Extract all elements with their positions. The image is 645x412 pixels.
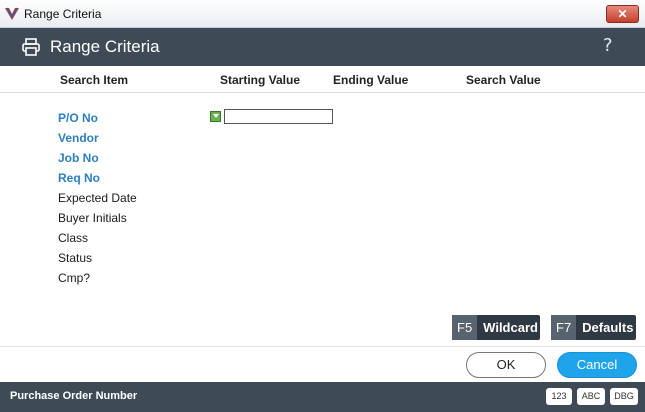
wildcard-label: Wildcard — [483, 320, 538, 335]
close-button[interactable]: ✕ — [606, 5, 639, 23]
app-logo-icon — [5, 7, 19, 20]
row-label-req-no[interactable]: Req No — [58, 171, 100, 185]
window-title: Range Criteria — [24, 7, 102, 21]
row-label-vendor[interactable]: Vendor — [58, 131, 99, 145]
defaults-button[interactable]: F7 Defaults — [551, 315, 636, 340]
window-titlebar: Range Criteria ✕ — [0, 0, 645, 28]
printer-icon — [22, 38, 40, 56]
numeric-mode-indicator[interactable]: 123 — [546, 388, 572, 405]
alpha-mode-indicator[interactable]: ABC — [577, 388, 605, 405]
debug-mode-indicator[interactable]: DBG — [610, 388, 638, 405]
help-icon[interactable]: ? — [603, 35, 613, 56]
cancel-button[interactable]: Cancel — [557, 352, 637, 378]
f5-key-label: F5 — [452, 315, 478, 340]
column-header-ending-value: Ending Value — [333, 73, 409, 87]
f7-key-label: F7 — [551, 315, 577, 340]
column-header-starting-value: Starting Value — [220, 73, 301, 87]
po-no-starting-value-input[interactable] — [224, 109, 333, 124]
column-header-search-value: Search Value — [466, 73, 541, 87]
footer-divider — [0, 346, 645, 347]
row-label-cmp: Cmp? — [58, 271, 91, 285]
row-label-status: Status — [58, 251, 93, 265]
column-header-search-item: Search Item — [60, 73, 129, 87]
range-operator-dropdown-icon[interactable] — [210, 111, 221, 122]
row-label-buyer-initials: Buyer Initials — [58, 211, 127, 225]
row-label-class: Class — [58, 231, 89, 245]
wildcard-button[interactable]: F5 Wildcard — [452, 315, 540, 340]
defaults-label: Defaults — [582, 320, 634, 335]
status-text: Purchase Order Number — [10, 390, 138, 402]
row-label-expected-date: Expected Date — [58, 191, 137, 205]
status-bar: Purchase Order Number 123 ABC DBG — [0, 382, 645, 412]
page-title: Range Criteria — [50, 37, 160, 56]
header-divider — [0, 92, 645, 93]
ok-button[interactable]: OK — [466, 352, 546, 378]
row-label-job-no[interactable]: Job No — [58, 151, 99, 165]
row-label-po-no[interactable]: P/O No — [58, 111, 98, 125]
dialog-header: Range Criteria ? — [0, 28, 645, 66]
